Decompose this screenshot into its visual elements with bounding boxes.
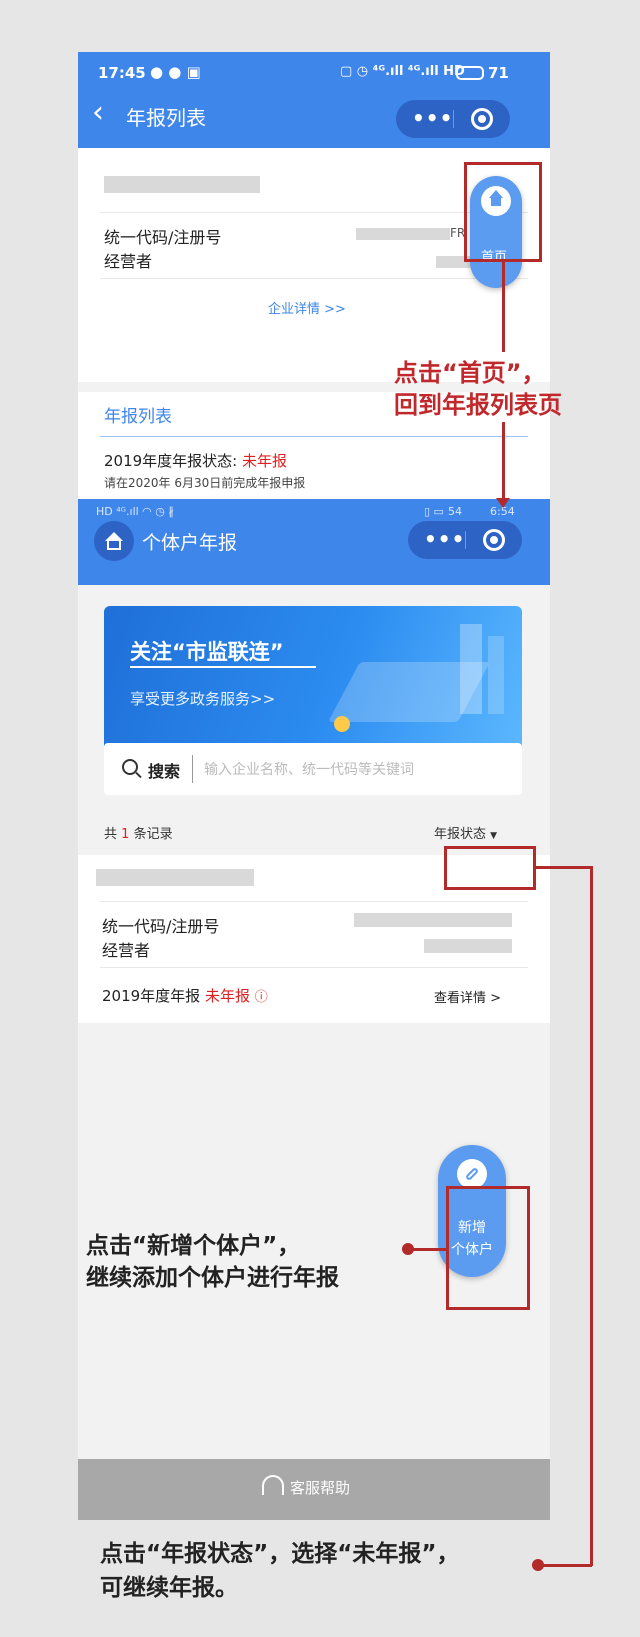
banner-underline: [130, 666, 316, 668]
enterprise-name-redacted: [104, 176, 260, 193]
arrow-dot-icon: [402, 1243, 414, 1255]
more-icon[interactable]: •••: [424, 528, 465, 550]
report-status-label: 2019年度年报状态:: [104, 452, 238, 470]
dropdown-arrow-icon: ▼: [490, 831, 498, 841]
status-time: 17:45: [98, 64, 146, 82]
highlight-home-button: [464, 162, 542, 262]
status-battery: 54: [448, 505, 462, 518]
home-icon[interactable]: [94, 521, 134, 561]
warning-icon: ⓘ: [254, 990, 268, 1005]
report-status-value: 未年报: [242, 452, 288, 470]
service-help-bar[interactable]: 客服帮助: [78, 1459, 550, 1520]
annotation-home-line2: 回到年报列表页: [394, 391, 562, 419]
status-left-icons: HD ⁴ᴳ.ıll ◠ ◷ ∦: [96, 505, 174, 518]
building-illustration: [460, 624, 482, 714]
report-status-row[interactable]: 2019年度年报状态: 未年报: [104, 450, 287, 471]
status-notification-icons: ● ● ▣: [150, 63, 201, 81]
record-report-status: 2019年度年报 未年报 ⓘ: [102, 987, 268, 1005]
highlight-add-button: [446, 1186, 530, 1310]
code-value-redacted: [356, 228, 450, 240]
page-title-2: 个体户年报: [142, 532, 238, 554]
record-name-redacted: [96, 869, 254, 886]
enterprise-detail-link[interactable]: 企业详情 >>: [268, 298, 346, 317]
service-help-label: 客服帮助: [290, 1479, 351, 1497]
operator-label-2: 经营者: [102, 941, 151, 960]
search-input[interactable]: 输入企业名称、统一代码等关键词: [204, 759, 414, 779]
close-target-icon[interactable]: [483, 529, 505, 551]
annotation-add-line2: 继续添加个体户进行年报: [86, 1265, 339, 1291]
link-icon: [457, 1159, 487, 1189]
annotation-add-line1: 点击“新增个体户”，: [86, 1233, 301, 1259]
view-detail-link[interactable]: 查看详情 >: [434, 987, 501, 1006]
connector-line: [540, 1564, 592, 1567]
battery-icon: [456, 66, 484, 80]
code-value-partial: FR: [450, 226, 466, 240]
mini-program-capsule-2[interactable]: •••: [408, 521, 522, 559]
record-count: 共 1 条记录: [104, 827, 173, 842]
coin-illustration: [334, 716, 350, 732]
screen-annual-report-list: 17:45 ● ● ▣ ▢ ◷ ⁴ᴳ.ıll ⁴ᴳ.ıll HD 71 ‹ 年报…: [78, 52, 550, 499]
page-title: 年报列表: [126, 106, 206, 130]
connector-line: [536, 866, 592, 869]
header-bar-2: HD ⁴ᴳ.ıll ◠ ◷ ∦ ▯ ▭ 54 6:54 个体户年报 •••: [78, 499, 550, 585]
operator-value-redacted: [424, 939, 512, 953]
arrow-dot-icon: [532, 1559, 544, 1571]
battery-level: 71: [488, 64, 509, 82]
capsule-divider: [465, 531, 466, 549]
headset-icon: [262, 1475, 284, 1495]
code-label: 统一代码/注册号: [104, 228, 222, 247]
annotation-status-line1: 点击“年报状态”，选择“未年报”，: [100, 1541, 460, 1567]
building-illustration: [488, 636, 504, 714]
screen-individual-business-report: HD ⁴ᴳ.ıll ◠ ◷ ∦ ▯ ▭ 54 6:54 个体户年报 ••• 关注…: [78, 499, 550, 1520]
arrow-head-icon: [496, 498, 510, 508]
section-title: 年报列表: [104, 407, 172, 427]
status-right-icons: ▯ ▭: [424, 505, 444, 518]
highlight-status-filter: [444, 846, 536, 890]
code-value-redacted: [354, 913, 512, 927]
report-status-filter[interactable]: 年报状态 ▼: [434, 823, 497, 842]
annotation-status-line2: 可继续年报。: [100, 1575, 238, 1601]
banner-subtitle: 享受更多政务服务>>: [130, 690, 276, 708]
divider: [100, 278, 528, 279]
connector-line: [502, 262, 505, 352]
chevron-right-icon: >: [490, 991, 502, 1006]
search-label: 搜索: [148, 762, 181, 781]
search-divider: [192, 755, 193, 783]
banner-title: 关注“市监联连”: [130, 640, 284, 664]
status-signal-icons: ▢ ◷ ⁴ᴳ.ıll ⁴ᴳ.ıll HD: [340, 64, 465, 79]
connector-line: [590, 866, 593, 1566]
back-arrow-icon[interactable]: ‹: [92, 96, 104, 130]
operator-label: 经营者: [104, 252, 153, 271]
promo-banner[interactable]: 关注“市监联连” 享受更多政务服务>>: [104, 606, 522, 756]
search-icon-handle: [135, 771, 142, 779]
search-box[interactable]: 搜索 输入企业名称、统一代码等关键词: [104, 743, 522, 795]
section-underline: [100, 436, 528, 437]
close-target-icon[interactable]: [471, 108, 493, 130]
annotation-home-line1: 点击“首页”，: [394, 359, 546, 387]
capsule-divider: [453, 110, 454, 128]
code-label-2: 统一代码/注册号: [102, 917, 220, 936]
mini-program-capsule[interactable]: •••: [396, 100, 510, 138]
divider: [100, 967, 528, 968]
divider: [100, 901, 528, 902]
header-bar: 17:45 ● ● ▣ ▢ ◷ ⁴ᴳ.ıll ⁴ᴳ.ıll HD 71 ‹ 年报…: [78, 52, 550, 148]
deadline-note: 请在2020年 6月30日前完成年报申报: [104, 476, 306, 490]
connector-line: [502, 422, 505, 502]
connector-line: [410, 1248, 446, 1251]
more-icon[interactable]: •••: [412, 107, 453, 129]
